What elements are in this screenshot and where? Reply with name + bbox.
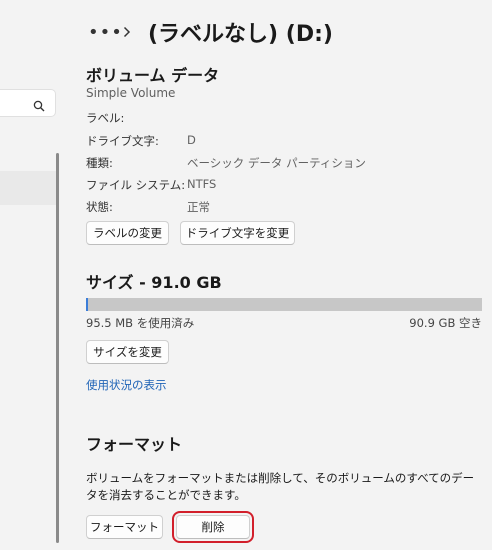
search-input[interactable]	[0, 89, 56, 117]
status-prop-label: 状態:	[86, 200, 113, 214]
size-heading: サイズ - 91.0 GB	[86, 273, 222, 292]
filesystem-prop-label: ファイル システム:	[86, 178, 186, 192]
status-prop-value: 正常	[187, 200, 210, 214]
format-heading: フォーマット	[86, 435, 183, 454]
search-icon	[33, 97, 45, 112]
free-space-text: 90.9 GB 空き	[409, 316, 482, 330]
type-prop-label: 種類:	[86, 156, 113, 170]
format-description: ボリュームをフォーマットまたは削除して、そのボリュームのすべてのデータを消去する…	[86, 471, 475, 502]
sidebar-scrollbar[interactable]	[56, 153, 59, 543]
sidebar-selected-item[interactable]	[0, 171, 57, 205]
used-space-text: 95.5 MB を使用済み	[86, 316, 195, 330]
volume-data-heading: ボリューム データ	[86, 66, 220, 85]
drive-letter-prop-label: ドライブ文字:	[86, 134, 159, 148]
type-prop-value: ベーシック データ パーティション	[187, 156, 366, 170]
label-prop-label: ラベル:	[86, 111, 125, 125]
breadcrumb: ••• (ラベルなし) (D:)	[88, 12, 333, 52]
change-label-button[interactable]: ラベルの変更	[86, 221, 169, 245]
chevron-right-icon	[114, 26, 140, 38]
change-drive-letter-button[interactable]: ドライブ文字を変更	[180, 221, 295, 245]
filesystem-prop-value: NTFS	[187, 177, 217, 191]
usage-bar-fill	[86, 298, 88, 311]
drive-letter-prop-value: D	[187, 133, 196, 147]
more-breadcrumb-button[interactable]: •••	[88, 22, 122, 43]
page-title: (ラベルなし) (D:)	[148, 22, 333, 47]
view-usage-link[interactable]: 使用状況の表示	[86, 377, 167, 393]
resize-button[interactable]: サイズを変更	[86, 340, 169, 364]
usage-bar	[86, 298, 482, 311]
delete-button[interactable]: 削除	[172, 511, 254, 543]
volume-type-subtitle: Simple Volume	[86, 86, 176, 100]
format-button[interactable]: フォーマット	[86, 515, 163, 539]
